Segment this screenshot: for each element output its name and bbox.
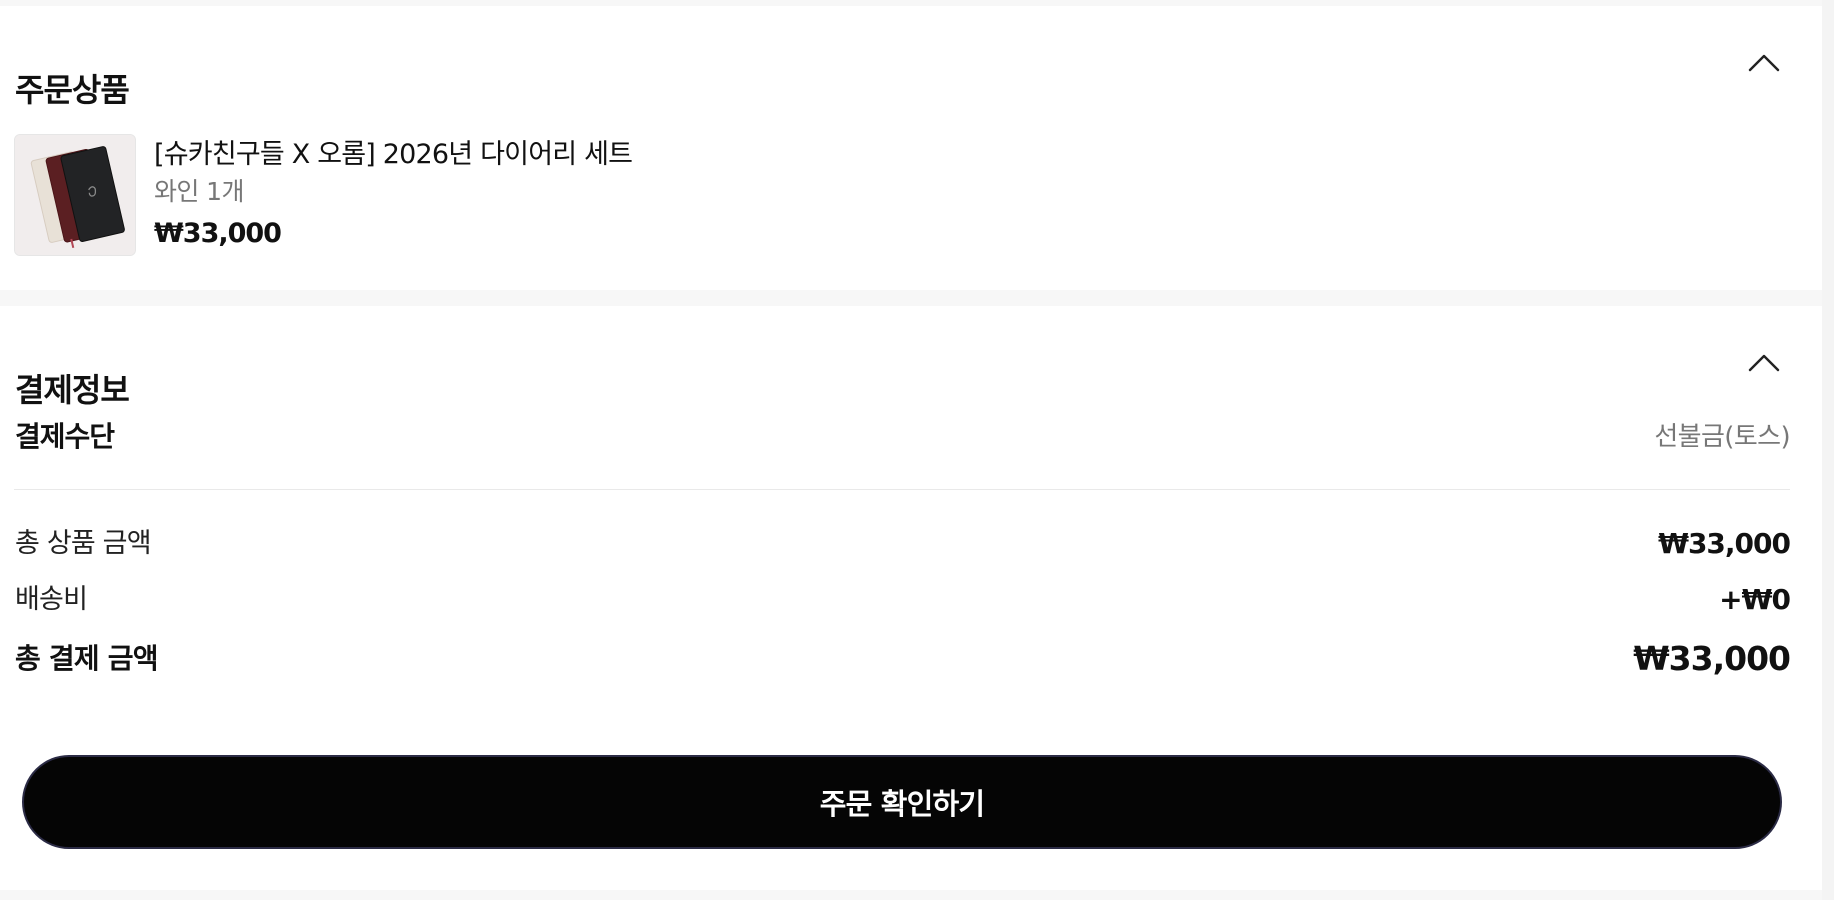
checkout-page: 주문상품 [슈카친구들 X 오롬] 2026년 다이어리 세트 와인 1개 ₩3… [0, 0, 1822, 900]
total-payment-value: ₩33,000 [1633, 639, 1791, 678]
total-payment-label: 총 결제 금액 [15, 642, 159, 675]
chevron-up-icon [1748, 54, 1780, 72]
confirm-order-label: 주문 확인하기 [819, 787, 985, 821]
payment-info-title: 결제정보 [15, 370, 130, 409]
section-divider [14, 489, 1790, 490]
scrollbar-track[interactable] [1822, 0, 1834, 900]
subtotal-label: 총 상품 금액 [15, 528, 152, 559]
payment-info-section: 결제정보 결제수단 선불금(토스) 총 상품 금액 ₩33,000 배송비 +₩… [0, 306, 1822, 890]
product-option: 와인 1개 [154, 177, 244, 206]
product-name[interactable]: [슈카친구들 X 오롬] 2026년 다이어리 세트 [154, 138, 633, 172]
subtotal-value: ₩33,000 [1658, 527, 1791, 560]
order-items-section: 주문상품 [슈카친구들 X 오롬] 2026년 다이어리 세트 와인 1개 ₩3… [0, 6, 1822, 290]
shipping-fee-label: 배송비 [15, 584, 88, 615]
payment-method-value: 선불금(토스) [1654, 422, 1790, 452]
shipping-fee-value: +₩0 [1719, 583, 1791, 616]
product-price: ₩33,000 [154, 218, 282, 249]
subtotal-row: 총 상품 금액 ₩33,000 [15, 525, 1791, 565]
order-items-title: 주문상품 [15, 70, 130, 109]
confirm-order-button[interactable]: 주문 확인하기 [22, 755, 1782, 849]
diary-set-product-image [15, 135, 135, 255]
order-items-collapse-button[interactable] [1742, 40, 1786, 84]
product-thumbnail[interactable] [14, 134, 136, 256]
payment-method-row: 결제수단 선불금(토스) [15, 419, 1791, 459]
shipping-fee-row: 배송비 +₩0 [15, 581, 1791, 621]
total-payment-row: 총 결제 금액 ₩33,000 [15, 639, 1791, 680]
chevron-up-icon [1748, 354, 1780, 372]
payment-method-label: 결제수단 [15, 420, 115, 453]
payment-info-collapse-button[interactable] [1742, 340, 1786, 384]
